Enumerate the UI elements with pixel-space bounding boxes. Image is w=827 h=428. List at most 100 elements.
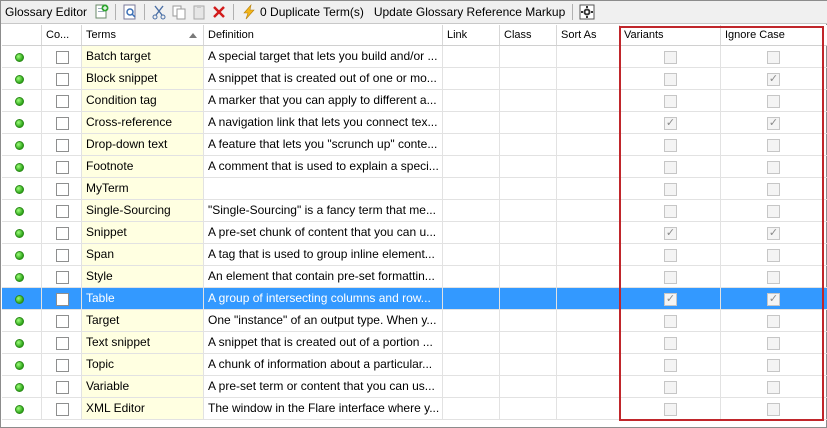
class-cell[interactable] (500, 178, 557, 199)
class-cell[interactable] (500, 222, 557, 243)
variants-checkbox[interactable] (664, 73, 677, 86)
term-cell[interactable]: Batch target (82, 46, 204, 67)
table-row[interactable]: Cross-reference A navigation link that le… (2, 112, 827, 134)
definition-cell[interactable]: A snippet that is created out of one or … (204, 68, 443, 89)
link-cell[interactable] (443, 398, 500, 419)
link-cell[interactable] (443, 112, 500, 133)
variants-checkbox[interactable] (664, 249, 677, 262)
add-term-icon[interactable] (91, 3, 111, 21)
sort-as-cell[interactable] (557, 156, 620, 177)
paste-icon[interactable] (189, 3, 209, 21)
link-cell[interactable] (443, 200, 500, 221)
term-cell[interactable]: XML Editor (82, 398, 204, 419)
term-cell[interactable]: Condition tag (82, 90, 204, 111)
link-cell[interactable] (443, 376, 500, 397)
row-checkbox[interactable] (56, 205, 69, 218)
term-cell[interactable]: Drop-down text (82, 134, 204, 155)
variants-checkbox[interactable] (664, 205, 677, 218)
definition-cell[interactable]: One "instance" of an output type. When y… (204, 310, 443, 331)
duplicate-terms-button[interactable]: 0 Duplicate Term(s) (238, 4, 367, 20)
row-checkbox[interactable] (56, 95, 69, 108)
term-cell[interactable]: Footnote (82, 156, 204, 177)
term-cell[interactable]: Table (82, 288, 204, 309)
sort-as-cell[interactable] (557, 200, 620, 221)
table-row[interactable]: Snippet A pre-set chunk of content that y… (2, 222, 827, 244)
ignore-case-checkbox[interactable] (767, 161, 780, 174)
link-cell[interactable] (443, 310, 500, 331)
variants-checkbox[interactable] (664, 51, 677, 64)
row-checkbox[interactable] (56, 117, 69, 130)
definition-cell[interactable]: A snippet that is created out of a porti… (204, 332, 443, 353)
sort-as-cell[interactable] (557, 134, 620, 155)
link-cell[interactable] (443, 222, 500, 243)
variants-checkbox[interactable] (664, 271, 677, 284)
variants-checkbox[interactable] (664, 337, 677, 350)
variants-checkbox[interactable] (664, 161, 677, 174)
cut-icon[interactable] (149, 3, 169, 21)
column-header-terms[interactable]: Terms (82, 25, 204, 45)
table-row[interactable]: XML Editor The window in the Flare interf… (2, 398, 827, 420)
class-cell[interactable] (500, 376, 557, 397)
term-cell[interactable]: Span (82, 244, 204, 265)
term-cell[interactable]: Variable (82, 376, 204, 397)
preview-icon[interactable] (120, 3, 140, 21)
sort-as-cell[interactable] (557, 288, 620, 309)
variants-checkbox[interactable] (664, 95, 677, 108)
term-cell[interactable]: Single-Sourcing (82, 200, 204, 221)
settings-icon[interactable] (577, 3, 597, 21)
definition-cell[interactable]: An element that contain pre-set formatti… (204, 266, 443, 287)
link-cell[interactable] (443, 156, 500, 177)
ignore-case-checkbox[interactable]: ✓ (767, 117, 780, 130)
definition-cell[interactable]: A navigation link that lets you connect … (204, 112, 443, 133)
sort-as-cell[interactable] (557, 178, 620, 199)
table-row[interactable]: Span A tag that is used to group inline e… (2, 244, 827, 266)
row-checkbox[interactable] (56, 73, 69, 86)
class-cell[interactable] (500, 398, 557, 419)
ignore-case-checkbox[interactable] (767, 51, 780, 64)
ignore-case-checkbox[interactable] (767, 403, 780, 416)
class-cell[interactable] (500, 68, 557, 89)
row-checkbox[interactable] (56, 161, 69, 174)
class-cell[interactable] (500, 332, 557, 353)
variants-checkbox[interactable]: ✓ (664, 293, 677, 306)
ignore-case-checkbox[interactable] (767, 205, 780, 218)
ignore-case-checkbox[interactable]: ✓ (767, 73, 780, 86)
term-cell[interactable]: Snippet (82, 222, 204, 243)
table-row[interactable]: Block snippet A snippet that is created o… (2, 68, 827, 90)
class-cell[interactable] (500, 310, 557, 331)
table-row[interactable]: Footnote A comment that is used to explai… (2, 156, 827, 178)
column-header-variants[interactable]: Variants (620, 25, 721, 45)
table-row[interactable]: Style An element that contain pre-set for… (2, 266, 827, 288)
class-cell[interactable] (500, 46, 557, 67)
definition-cell[interactable]: A comment that is used to explain a spec… (204, 156, 443, 177)
row-checkbox[interactable] (56, 183, 69, 196)
update-glossary-button[interactable]: Update Glossary Reference Markup (371, 5, 568, 19)
sort-as-cell[interactable] (557, 46, 620, 67)
link-cell[interactable] (443, 68, 500, 89)
link-cell[interactable] (443, 244, 500, 265)
sort-as-cell[interactable] (557, 266, 620, 287)
class-cell[interactable] (500, 200, 557, 221)
definition-cell[interactable]: A marker that you can apply to different… (204, 90, 443, 111)
row-checkbox[interactable] (56, 249, 69, 262)
sort-as-cell[interactable] (557, 222, 620, 243)
column-header-status[interactable] (2, 25, 42, 45)
class-cell[interactable] (500, 134, 557, 155)
column-header-definition[interactable]: Definition (204, 25, 443, 45)
column-header-sort-as[interactable]: Sort As (557, 25, 620, 45)
copy-icon[interactable] (169, 3, 189, 21)
table-row[interactable]: Drop-down text A feature that lets you "s… (2, 134, 827, 156)
link-cell[interactable] (443, 288, 500, 309)
row-checkbox[interactable] (56, 315, 69, 328)
sort-as-cell[interactable] (557, 244, 620, 265)
table-row[interactable]: Condition tag A marker that you can apply… (2, 90, 827, 112)
sort-as-cell[interactable] (557, 354, 620, 375)
class-cell[interactable] (500, 266, 557, 287)
table-row[interactable]: MyTerm (2, 178, 827, 200)
row-checkbox[interactable] (56, 359, 69, 372)
definition-cell[interactable]: A chunk of information about a particula… (204, 354, 443, 375)
definition-cell[interactable]: A feature that lets you "scrunch up" con… (204, 134, 443, 155)
ignore-case-checkbox[interactable] (767, 381, 780, 394)
term-cell[interactable]: Target (82, 310, 204, 331)
table-row[interactable]: Single-Sourcing "Single-Sourcing" is a fa… (2, 200, 827, 222)
